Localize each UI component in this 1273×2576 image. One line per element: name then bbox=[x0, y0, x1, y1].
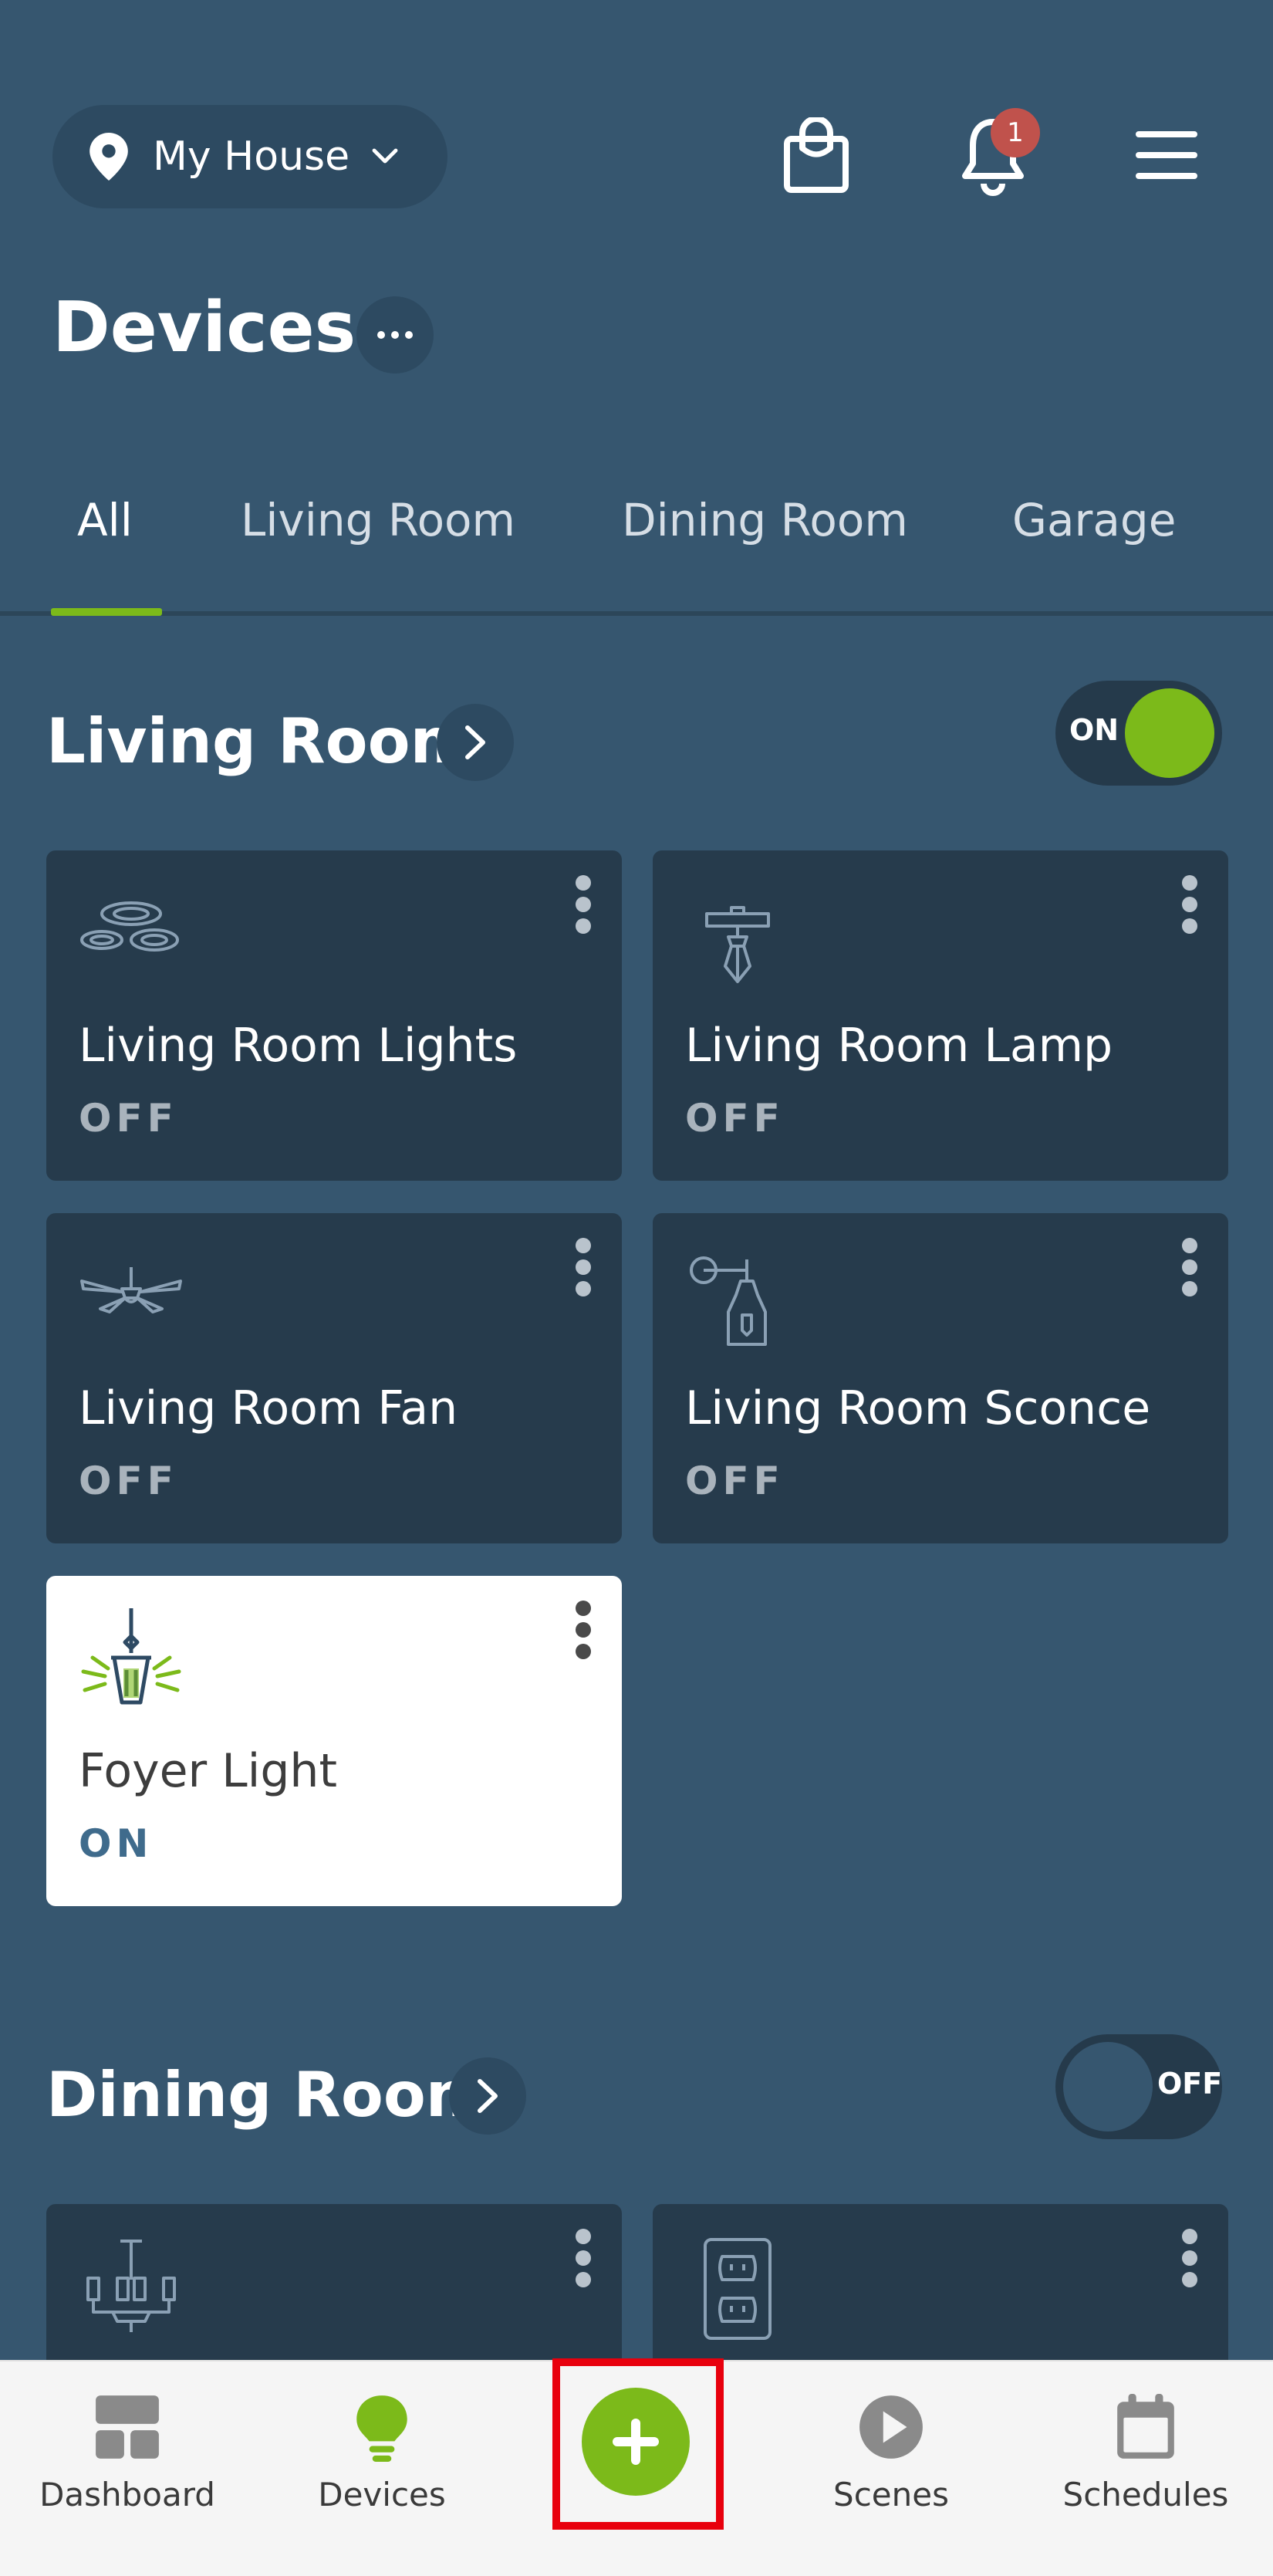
toggle-knob bbox=[1125, 688, 1214, 778]
table-lamp-icon bbox=[705, 906, 770, 983]
kebab-menu-icon[interactable] bbox=[574, 1236, 593, 1298]
pendant-lantern-icon bbox=[81, 1608, 181, 1705]
nav-label: Scenes bbox=[833, 2476, 949, 2513]
living-room-open-button[interactable] bbox=[437, 704, 514, 781]
hamburger-menu-icon[interactable] bbox=[1136, 131, 1197, 179]
chevron-right-icon bbox=[478, 2079, 498, 2113]
tab-garage[interactable]: Garage bbox=[1012, 494, 1176, 546]
dining-room-open-button[interactable] bbox=[449, 2057, 526, 2135]
location-selector[interactable]: My House bbox=[52, 105, 447, 208]
more-options-button[interactable] bbox=[356, 296, 434, 374]
device-card-foyer-light[interactable]: Foyer Light ON bbox=[46, 1576, 622, 1906]
device-card-living-room-lamp[interactable]: Living Room Lamp OFF bbox=[653, 850, 1228, 1181]
section-title-living-room: Living Room bbox=[46, 705, 474, 777]
tab-dining-room[interactable]: Dining Room bbox=[622, 494, 908, 546]
more-horizontal-icon bbox=[377, 331, 413, 339]
kebab-menu-icon[interactable] bbox=[1180, 1236, 1199, 1298]
shopping-bag-icon[interactable] bbox=[782, 117, 850, 194]
device-name: Living Room Sconce bbox=[685, 1381, 1151, 1435]
chevron-right-icon bbox=[465, 725, 485, 759]
kebab-menu-icon[interactable] bbox=[574, 874, 593, 935]
tab-living-room[interactable]: Living Room bbox=[241, 494, 515, 546]
section-title-dining-room: Dining Room bbox=[46, 2059, 491, 2131]
device-status: OFF bbox=[79, 1096, 178, 1141]
wall-outlet-icon bbox=[704, 2238, 772, 2340]
nav-devices[interactable]: Devices bbox=[255, 2361, 509, 2547]
device-card-living-room-lights[interactable]: Living Room Lights OFF bbox=[46, 850, 622, 1181]
living-room-toggle[interactable]: ON bbox=[1055, 681, 1222, 786]
highlight-box bbox=[552, 2358, 724, 2530]
toggle-label: ON bbox=[1069, 713, 1119, 747]
location-pin-icon bbox=[89, 133, 128, 181]
tab-all[interactable]: All bbox=[77, 494, 133, 546]
device-name: Living Room Lights bbox=[79, 1019, 518, 1073]
kebab-menu-icon[interactable] bbox=[1180, 2227, 1199, 2289]
kebab-menu-icon[interactable] bbox=[574, 2227, 593, 2289]
chevron-down-icon bbox=[372, 148, 398, 164]
active-tab-indicator bbox=[51, 608, 162, 616]
toggle-label: OFF bbox=[1157, 2067, 1223, 2101]
room-tabs: All Living Room Dining Room Garage bbox=[0, 494, 1273, 617]
device-status: ON bbox=[79, 1821, 154, 1866]
nav-label: Dashboard bbox=[39, 2476, 215, 2513]
dining-room-toggle[interactable]: OFF bbox=[1055, 2034, 1222, 2139]
location-name: My House bbox=[153, 134, 350, 180]
dashboard-icon bbox=[96, 2395, 159, 2459]
device-name: Foyer Light bbox=[79, 1744, 337, 1798]
nav-schedules[interactable]: Schedules bbox=[1018, 2361, 1273, 2547]
page-title: Devices bbox=[52, 287, 356, 368]
wall-sconce-icon bbox=[690, 1256, 767, 1346]
nav-dashboard[interactable]: Dashboard bbox=[0, 2361, 255, 2547]
device-card-living-room-sconce[interactable]: Living Room Sconce OFF bbox=[653, 1213, 1228, 1543]
tabs-divider bbox=[0, 611, 1273, 616]
play-icon bbox=[859, 2395, 923, 2459]
device-card-living-room-fan[interactable]: Living Room Fan OFF bbox=[46, 1213, 622, 1543]
device-status: OFF bbox=[685, 1459, 785, 1503]
kebab-menu-icon[interactable] bbox=[574, 1599, 593, 1661]
kebab-menu-icon[interactable] bbox=[1180, 874, 1199, 935]
bulb-icon bbox=[356, 2395, 407, 2462]
nav-label: Devices bbox=[318, 2476, 446, 2513]
toggle-knob bbox=[1063, 2042, 1153, 2131]
notification-badge: 1 bbox=[991, 108, 1040, 157]
calendar-icon bbox=[1117, 2394, 1174, 2459]
chandelier-icon bbox=[86, 2240, 176, 2332]
recessed-lights-icon bbox=[80, 901, 179, 952]
device-status: OFF bbox=[685, 1096, 785, 1141]
device-name: Living Room Fan bbox=[79, 1381, 458, 1435]
nav-scenes[interactable]: Scenes bbox=[764, 2361, 1018, 2547]
ceiling-fan-icon bbox=[80, 1267, 182, 1313]
device-name: Living Room Lamp bbox=[685, 1019, 1113, 1073]
device-status: OFF bbox=[79, 1459, 178, 1503]
nav-label: Schedules bbox=[1062, 2476, 1229, 2513]
